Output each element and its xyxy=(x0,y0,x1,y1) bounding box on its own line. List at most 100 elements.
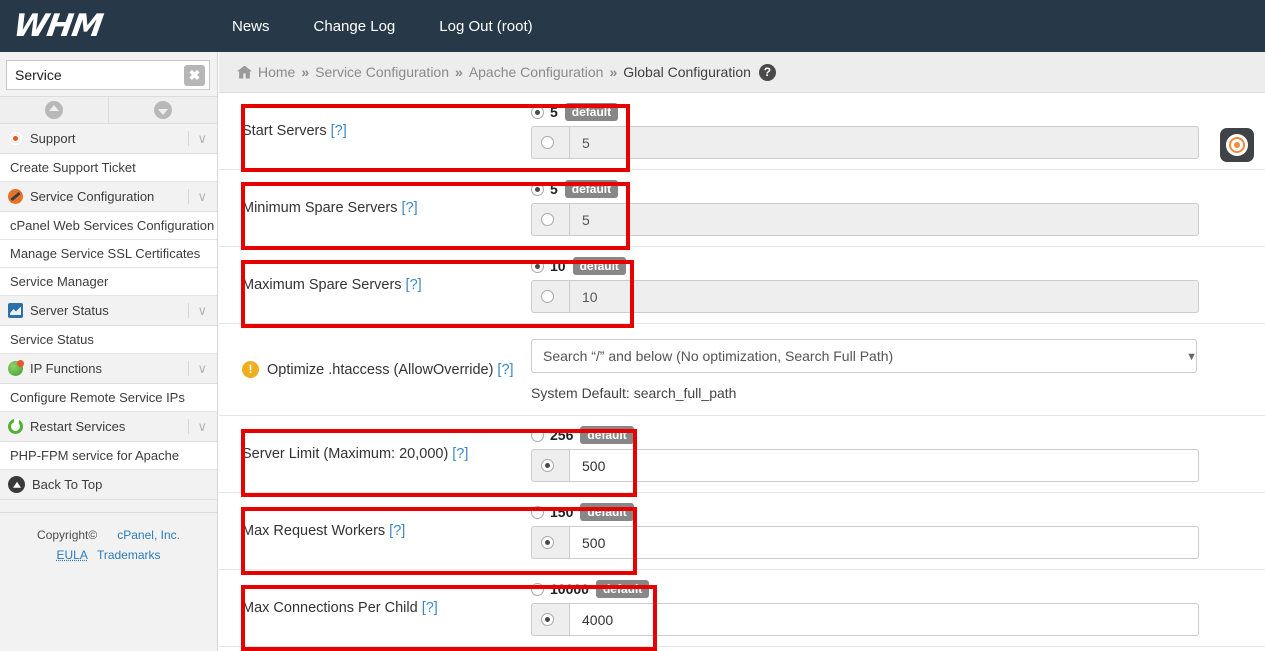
default-option-max-connections-per-child: 10000 default xyxy=(531,580,1265,598)
control-max-request-workers: 150 default xyxy=(531,503,1265,559)
field-label: Maximum Spare Servers xyxy=(242,277,402,293)
sidebar-item-service-manager[interactable]: Service Manager xyxy=(0,268,217,296)
sidebar-item-manage-service-ssl-certificates[interactable]: Manage Service SSL Certificates xyxy=(0,240,217,268)
chart-icon xyxy=(8,303,23,318)
breadcrumb-home[interactable]: Home xyxy=(258,64,295,80)
input-max-request-workers[interactable] xyxy=(569,526,1199,559)
radio-default-start-servers[interactable] xyxy=(531,105,544,119)
label-minimum-spare-servers: Minimum Spare Servers [?] xyxy=(242,200,531,216)
custom-option-start-servers xyxy=(531,126,1199,159)
help-link-icon[interactable]: [?] xyxy=(406,277,422,293)
sidebar-item-php-fpm-service-for-apache[interactable]: PHP-FPM service for Apache xyxy=(0,442,217,470)
sidebar-group-server-status[interactable]: Server Status ∨ xyxy=(0,296,217,326)
input-server-limit[interactable] xyxy=(569,449,1199,482)
input-max-connections-per-child[interactable] xyxy=(569,603,1199,636)
dropdown-wrapper: Search “/” and below (No optimization, S… xyxy=(531,338,1197,373)
input-maximum-spare-servers[interactable] xyxy=(569,280,1199,313)
custom-option-minimum-spare-servers xyxy=(531,203,1199,236)
sidebar-item-create-support-ticket[interactable]: Create Support Ticket xyxy=(0,154,217,182)
input-minimum-spare-servers[interactable] xyxy=(569,203,1199,236)
nav-change-log[interactable]: Change Log xyxy=(300,12,410,41)
life-ring-icon xyxy=(1226,134,1248,156)
default-value: 10 xyxy=(550,258,566,274)
radio-default-server-limit[interactable] xyxy=(531,428,544,442)
cpanel-inc-link[interactable]: cPanel, Inc. xyxy=(117,528,180,542)
wrench-icon xyxy=(8,189,23,204)
system-default-text: System Default: search_full_path xyxy=(531,384,737,401)
support-tab-button[interactable] xyxy=(1220,128,1254,162)
default-value: 5 xyxy=(550,104,558,120)
label-start-servers: Start Servers [?] xyxy=(242,123,531,139)
default-option-max-request-workers: 150 default xyxy=(531,503,1265,521)
help-link-icon[interactable]: [?] xyxy=(497,362,513,378)
radio-custom-addon[interactable] xyxy=(531,526,569,559)
default-badge: default xyxy=(572,257,626,275)
restart-icon xyxy=(8,419,23,434)
divider xyxy=(188,303,189,318)
radio-custom-start-servers[interactable] xyxy=(541,136,554,149)
default-badge: default xyxy=(564,103,619,121)
radio-default-max-connections-per-child[interactable] xyxy=(531,582,544,596)
control-max-connections-per-child: 10000 default xyxy=(531,580,1265,636)
eula-link[interactable]: EULA xyxy=(56,548,87,562)
back-to-top-button[interactable]: Back To Top xyxy=(0,470,217,500)
label-max-connections-per-child: Max Connections Per Child [?] xyxy=(242,600,531,616)
sidebar-group-ip-functions[interactable]: IP Functions ∨ xyxy=(0,354,217,384)
chevron-down-icon: ∨ xyxy=(197,361,207,376)
radio-custom-max-request-workers[interactable] xyxy=(541,536,554,549)
radio-custom-maximum-spare-servers[interactable] xyxy=(541,290,554,303)
expand-all-button[interactable] xyxy=(109,97,217,123)
radio-default-max-request-workers[interactable] xyxy=(531,505,544,519)
clear-search-icon[interactable]: ✖ xyxy=(184,65,205,86)
collapse-all-button[interactable] xyxy=(0,97,109,123)
sidebar: ✖ Support ∨ Create Support Ticket Servic… xyxy=(0,52,218,651)
radio-custom-addon[interactable] xyxy=(531,603,569,636)
radio-custom-addon[interactable] xyxy=(531,126,569,159)
label-max-request-workers: Max Request Workers [?] xyxy=(242,523,531,539)
radio-custom-addon[interactable] xyxy=(531,203,569,236)
copyright-text: Copyright© xyxy=(37,528,98,542)
radio-custom-minimum-spare-servers[interactable] xyxy=(541,213,554,226)
custom-option-max-request-workers xyxy=(531,526,1199,559)
warning-icon: ! xyxy=(242,361,259,378)
search-input[interactable] xyxy=(6,60,210,90)
default-value: 5 xyxy=(550,181,558,197)
help-link-icon[interactable]: [?] xyxy=(452,446,468,462)
sidebar-item-configure-remote-service-ips[interactable]: Configure Remote Service IPs xyxy=(0,384,217,412)
sidebar-group-support[interactable]: Support ∨ xyxy=(0,124,217,154)
trademarks-link[interactable]: Trademarks xyxy=(97,548,161,562)
radio-custom-max-connections-per-child[interactable] xyxy=(541,613,554,626)
nav-log-out[interactable]: Log Out (root) xyxy=(425,12,546,41)
radio-default-minimum-spare-servers[interactable] xyxy=(531,182,544,196)
help-link-icon[interactable]: [?] xyxy=(422,600,438,616)
default-value: 256 xyxy=(550,427,574,443)
nav-news[interactable]: News xyxy=(218,12,284,41)
sidebar-group-label: Support xyxy=(30,131,76,146)
default-option-maximum-spare-servers: 10 default xyxy=(531,257,1265,275)
sidebar-group-restart-services[interactable]: Restart Services ∨ xyxy=(0,412,217,442)
field-label: Max Request Workers xyxy=(242,523,386,539)
help-link-icon[interactable]: [?] xyxy=(402,200,418,216)
breadcrumb-service-configuration[interactable]: Service Configuration xyxy=(315,64,449,80)
home-icon[interactable] xyxy=(237,65,252,79)
help-link-icon[interactable]: [?] xyxy=(389,523,405,539)
breadcrumb-apache-configuration[interactable]: Apache Configuration xyxy=(469,64,604,80)
arrow-up-circle-icon xyxy=(8,476,25,493)
radio-custom-addon[interactable] xyxy=(531,280,569,313)
sidebar-group-service-configuration[interactable]: Service Configuration ∨ xyxy=(0,182,217,212)
custom-option-max-connections-per-child xyxy=(531,603,1199,636)
default-value: 150 xyxy=(550,504,574,520)
label-optimize-htaccess: ! Optimize .htaccess (AllowOverride) [?] xyxy=(242,361,531,378)
default-badge: default xyxy=(580,426,634,444)
radio-custom-addon[interactable] xyxy=(531,449,569,482)
radio-custom-server-limit[interactable] xyxy=(541,459,554,472)
sidebar-item-service-status[interactable]: Service Status xyxy=(0,326,217,354)
sidebar-item-cpanel-web-services-configuration[interactable]: cPanel Web Services Configuration xyxy=(0,212,217,240)
help-link-icon[interactable]: [?] xyxy=(331,123,347,139)
help-icon[interactable]: ? xyxy=(758,63,776,81)
radio-default-maximum-spare-servers[interactable] xyxy=(531,259,544,273)
input-start-servers[interactable] xyxy=(569,126,1199,159)
select-optimize-htaccess[interactable]: Search “/” and below (No optimization, S… xyxy=(531,338,1197,373)
label-server-limit: Server Limit (Maximum: 20,000) [?] xyxy=(242,446,531,462)
default-badge: default xyxy=(580,503,634,521)
